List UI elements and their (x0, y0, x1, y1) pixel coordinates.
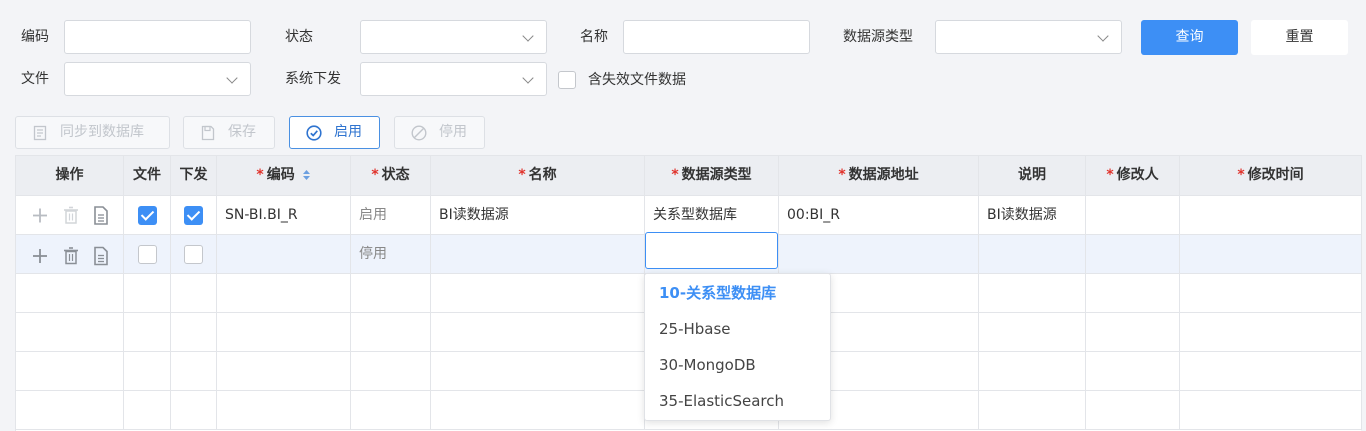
document-icon[interactable] (91, 235, 111, 274)
delete-icon[interactable] (61, 196, 81, 235)
document-icon[interactable] (91, 196, 111, 235)
col-header-ops: 操作 (16, 156, 124, 195)
row-ops (16, 196, 124, 234)
chevron-down-icon (522, 72, 534, 84)
ds-type-editor-input[interactable] (645, 232, 778, 269)
enable-label: 启用 (334, 124, 362, 140)
file-select[interactable] (64, 62, 251, 96)
row-dispatch (171, 235, 217, 273)
check-circle-icon (306, 125, 322, 141)
reset-button[interactable]: 重置 (1251, 20, 1348, 55)
include-invalid-label: 含失效文件数据 (588, 72, 686, 88)
col-header-dispatch: 下发 (171, 156, 217, 195)
chevron-down-icon (226, 72, 238, 84)
add-icon[interactable] (30, 196, 50, 235)
sync-label: 同步到数据库 (60, 124, 144, 140)
system-dispatch-select[interactable] (360, 62, 547, 96)
col-header-code[interactable]: * 编码 (217, 156, 351, 195)
sync-doc-icon (33, 125, 47, 141)
cell-name[interactable] (431, 235, 645, 273)
chevron-down-icon (1097, 30, 1109, 42)
col-header-ds-type: * 数据源类型 (645, 156, 779, 195)
col-header-desc: 说明 (979, 156, 1086, 195)
col-header-modifier: * 修改人 (1086, 156, 1180, 195)
row-ops (16, 235, 124, 273)
file-label: 文件 (21, 71, 49, 87)
sort-icon[interactable] (302, 169, 311, 181)
cell-modifier[interactable] (1086, 196, 1180, 234)
cell-status[interactable]: 停用 (351, 235, 431, 273)
disable-circle-icon (411, 125, 427, 141)
dropdown-option[interactable]: 10-关系型数据库 (659, 283, 776, 303)
save-label: 保存 (228, 124, 256, 140)
cell-ds-address[interactable]: 00:BI_R (779, 196, 979, 234)
cell-status[interactable]: 启用 (351, 196, 431, 234)
add-icon[interactable] (30, 235, 50, 274)
col-header-ds-address: * 数据源地址 (779, 156, 979, 195)
save-button[interactable]: 保存 (183, 116, 275, 149)
name-label: 名称 (580, 29, 608, 45)
filter-form: 编码 状态 名称 数据源类型 查询 重置 文件 系统下发 含失效文件数据 (0, 0, 1366, 107)
dropdown-option[interactable]: 25-Hbase (659, 319, 731, 339)
row-file (124, 196, 171, 234)
include-invalid-checkbox[interactable] (558, 71, 576, 89)
grid-header: 操作 文件 下发 * 编码 * 状态 * 名称 * 数据源类型 * 数据源地址 说明 * 修… (16, 155, 1362, 196)
dropdown-option[interactable]: 30-MongoDB (659, 355, 756, 375)
col-header-modified-time: * 修改时间 (1180, 156, 1362, 195)
cell-modifier[interactable] (1086, 235, 1180, 273)
code-label: 编码 (21, 29, 49, 45)
status-label: 状态 (285, 29, 313, 45)
col-header-status: * 状态 (351, 156, 431, 195)
datasource-type-select[interactable] (935, 20, 1122, 54)
status-select[interactable] (360, 20, 547, 54)
cell-ds-type[interactable]: 关系型数据库 (645, 196, 779, 234)
cell-code[interactable] (217, 235, 351, 273)
dropdown-option[interactable]: 35-ElasticSearch (659, 391, 784, 411)
dispatch-checkbox[interactable] (184, 206, 203, 225)
file-checkbox[interactable] (138, 206, 157, 225)
table-row[interactable]: SN-BI.BI_R 启用 BI读数据源 关系型数据库 00:BI_R BI读数… (16, 196, 1362, 235)
row-dispatch (171, 196, 217, 234)
datasource-type-label: 数据源类型 (843, 29, 913, 45)
cell-desc[interactable] (979, 235, 1086, 273)
cell-desc[interactable]: BI读数据源 (979, 196, 1086, 234)
dispatch-checkbox[interactable] (184, 245, 203, 264)
code-input[interactable] (64, 20, 251, 54)
col-header-name: * 名称 (431, 156, 645, 195)
name-input[interactable] (623, 20, 810, 54)
disable-button[interactable]: 停用 (394, 116, 485, 149)
toolbar: 同步到数据库 保存 启用 停用 (0, 107, 1366, 155)
disable-label: 停用 (439, 124, 467, 140)
file-checkbox[interactable] (138, 245, 157, 264)
cell-ds-address[interactable] (779, 235, 979, 273)
cell-modified-time[interactable] (1180, 196, 1362, 234)
system-dispatch-label: 系统下发 (285, 71, 341, 87)
sync-to-db-button[interactable]: 同步到数据库 (15, 116, 170, 149)
cell-modified-time[interactable] (1180, 235, 1362, 273)
cell-name[interactable]: BI读数据源 (431, 196, 645, 234)
col-header-file: 文件 (124, 156, 171, 195)
save-icon (201, 125, 215, 141)
enable-button[interactable]: 启用 (289, 116, 380, 149)
query-button[interactable]: 查询 (1141, 20, 1238, 55)
ds-type-dropdown: 10-关系型数据库 25-Hbase 30-MongoDB 35-Elastic… (644, 273, 831, 421)
row-file (124, 235, 171, 273)
cell-code[interactable]: SN-BI.BI_R (217, 196, 351, 234)
delete-icon[interactable] (61, 235, 81, 274)
chevron-down-icon (522, 30, 534, 42)
